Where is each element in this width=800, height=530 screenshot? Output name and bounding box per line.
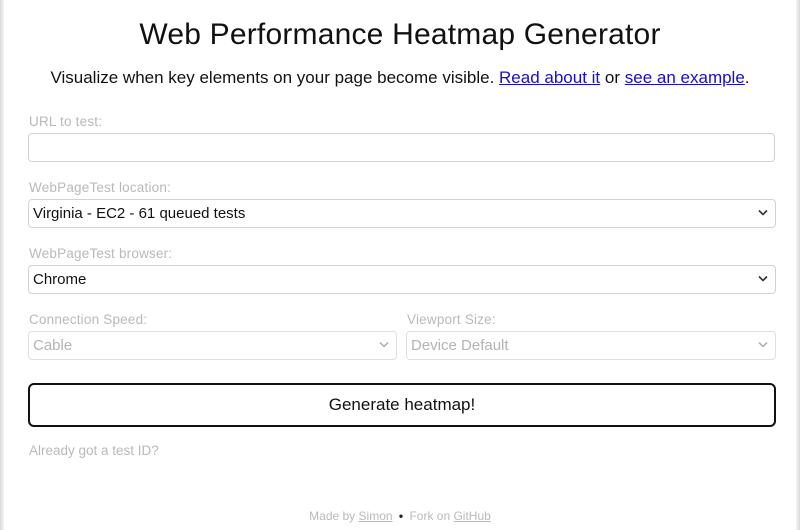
url-input[interactable] (28, 133, 775, 162)
footer: Made by Simon • Fork on GitHub (0, 509, 800, 523)
read-about-link[interactable]: Read about it (499, 68, 600, 87)
chevron-down-icon (758, 209, 768, 217)
browser-select[interactable]: Chrome (28, 265, 776, 294)
see-example-link[interactable]: see an example (625, 68, 745, 87)
chevron-down-icon (758, 341, 768, 349)
location-label: WebPageTest location: (29, 180, 172, 195)
footer-separator: • (398, 509, 404, 523)
intro-or: or (604, 68, 621, 87)
intro-period: . (744, 68, 750, 87)
connection-speed-label: Connection Speed: (29, 312, 148, 327)
location-selected-value: Virginia - EC2 - 61 queued tests (33, 205, 246, 222)
author-link[interactable]: Simon (359, 509, 393, 523)
url-label: URL to test: (29, 114, 103, 129)
footer-made-by: Made by (309, 509, 356, 523)
connection-speed-select[interactable]: Cable (28, 331, 397, 360)
intro-sentence: Visualize when key elements on your page… (50, 68, 495, 87)
chevron-down-icon (758, 275, 768, 283)
viewport-size-select[interactable]: Device Default (406, 331, 776, 360)
page: Web Performance Heatmap Generator Visual… (0, 0, 800, 530)
browser-selected-value: Chrome (33, 271, 87, 288)
page-title: Web Performance Heatmap Generator (139, 18, 661, 51)
chevron-down-icon (379, 341, 389, 349)
footer-fork-text: Fork on (409, 509, 451, 523)
location-select[interactable]: Virginia - EC2 - 61 queued tests (28, 199, 776, 228)
generate-heatmap-button[interactable]: Generate heatmap! (28, 383, 776, 427)
viewport-size-selected-value: Device Default (411, 337, 509, 354)
connection-speed-selected-value: Cable (33, 337, 73, 354)
already-got-test-id-link[interactable]: Already got a test ID? (29, 443, 159, 458)
github-link[interactable]: GitHub (453, 509, 490, 523)
viewport-size-label: Viewport Size: (407, 312, 496, 327)
browser-label: WebPageTest browser: (29, 246, 173, 261)
intro-text: Visualize when key elements on your page… (0, 68, 800, 88)
